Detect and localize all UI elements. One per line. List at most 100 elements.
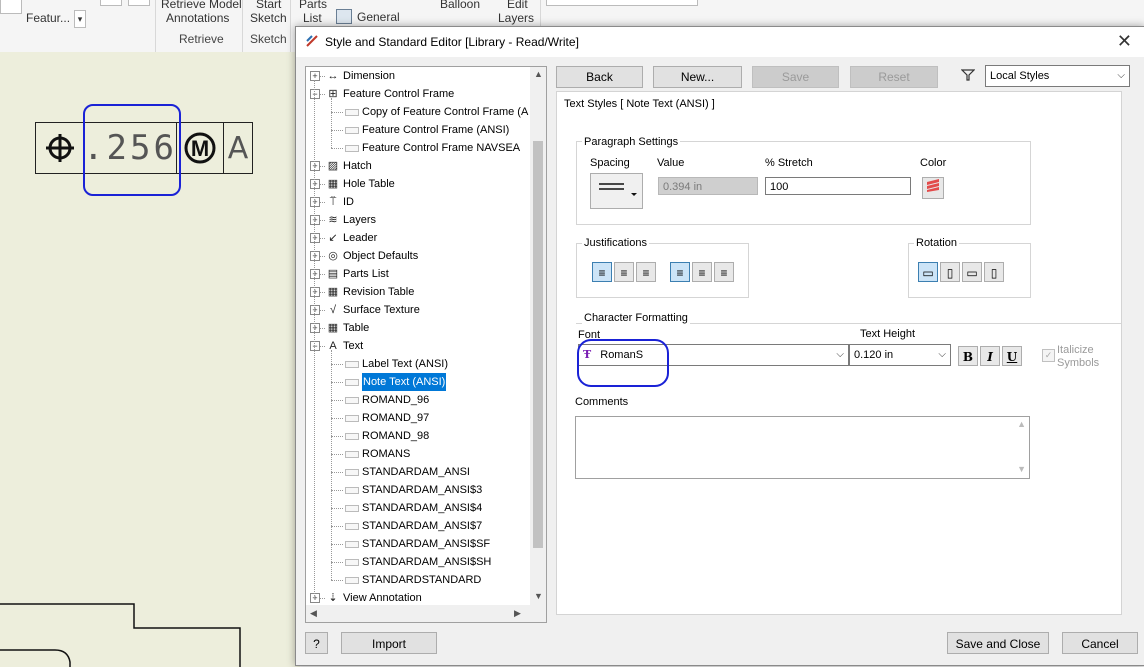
- expand-icon[interactable]: +: [310, 71, 320, 81]
- rotation-270-icon[interactable]: ▯: [984, 262, 1004, 282]
- italic-button[interactable]: I: [980, 346, 1000, 366]
- tree-item[interactable]: Feature Control Frame NAVSEA: [306, 139, 526, 157]
- tree-category[interactable]: + ↙ Leader: [306, 229, 526, 247]
- tree-item[interactable]: ROMANS: [306, 445, 526, 463]
- ribbon-small-button[interactable]: [100, 0, 122, 6]
- align-middle-icon[interactable]: ≡: [692, 262, 712, 282]
- ribbon-edit[interactable]: Edit: [507, 0, 528, 11]
- reset-button[interactable]: Reset: [850, 66, 938, 88]
- ribbon-sketch[interactable]: Sketch: [250, 11, 287, 25]
- align-bottom-icon[interactable]: ≡: [714, 262, 734, 282]
- scroll-up-icon[interactable]: ▲: [534, 69, 543, 79]
- filter-icon[interactable]: [960, 68, 976, 85]
- tree-category[interactable]: + ↔ Dimension: [306, 67, 526, 85]
- italicize-symbols-checkbox[interactable]: ✓: [1042, 349, 1055, 362]
- tree-category[interactable]: + ▦ Table: [306, 319, 526, 337]
- tree-item[interactable]: Feature Control Frame (ANSI): [306, 121, 526, 139]
- underline-button[interactable]: U: [1002, 346, 1022, 366]
- scroll-left-icon[interactable]: ◀: [310, 608, 317, 619]
- stretch-field[interactable]: 100: [765, 177, 911, 195]
- tree-category[interactable]: + ▦ Hole Table: [306, 175, 526, 193]
- tree-item[interactable]: ROMAND_96: [306, 391, 526, 409]
- expand-icon[interactable]: +: [310, 197, 320, 207]
- rotation-180-icon[interactable]: ▭: [962, 262, 982, 282]
- collapse-icon[interactable]: −: [310, 341, 320, 351]
- expand-icon[interactable]: +: [310, 215, 320, 225]
- scroll-up-icon[interactable]: ▲: [1017, 419, 1026, 429]
- scroll-down-icon[interactable]: ▼: [1017, 464, 1026, 474]
- collapse-icon[interactable]: −: [310, 89, 320, 99]
- tree-item[interactable]: STANDARDAM_ANSI$7: [306, 517, 526, 535]
- rotation-0-icon[interactable]: ▭: [918, 262, 938, 282]
- style-tree[interactable]: + ↔ Dimension − ⊞ Feature Control Frame Copy o…: [305, 66, 547, 623]
- tree-item[interactable]: STANDARDAM_ANSI$4: [306, 499, 526, 517]
- tree-item[interactable]: STANDARDAM_ANSI$SF: [306, 535, 526, 553]
- tree-vertical-scrollbar[interactable]: ▲ ▼: [530, 67, 546, 605]
- drawing-canvas[interactable]: .256 M A: [0, 52, 300, 667]
- save-and-close-button[interactable]: Save and Close: [947, 632, 1049, 654]
- justify-left-icon[interactable]: ≡: [592, 262, 612, 282]
- tree-category[interactable]: − A Text: [306, 337, 526, 355]
- spacing-dropdown[interactable]: [590, 173, 643, 209]
- tree-category[interactable]: + √ Surface Texture: [306, 301, 526, 319]
- tree-item[interactable]: Label Text (ANSI): [306, 355, 526, 373]
- expand-icon[interactable]: +: [310, 323, 320, 333]
- expand-icon[interactable]: +: [310, 161, 320, 171]
- back-button[interactable]: Back: [556, 66, 643, 88]
- expand-icon[interactable]: +: [310, 251, 320, 261]
- tree-horizontal-scrollbar[interactable]: ◀ ▶: [306, 605, 546, 622]
- tree-item[interactable]: ROMAND_98: [306, 427, 526, 445]
- expand-icon[interactable]: +: [310, 269, 320, 279]
- scroll-down-icon[interactable]: ▼: [534, 591, 543, 601]
- expand-icon[interactable]: +: [310, 287, 320, 297]
- justify-right-icon[interactable]: ≡: [636, 262, 656, 282]
- tree-item[interactable]: STANDARDAM_ANSI$SH: [306, 553, 526, 571]
- new-button[interactable]: New...: [653, 66, 742, 88]
- text-height-select[interactable]: 0.120 in ⌵: [849, 344, 951, 366]
- comments-textarea[interactable]: ▲ ▼: [575, 416, 1030, 479]
- tree-item[interactable]: STANDARDAM_ANSI$3: [306, 481, 526, 499]
- expand-icon[interactable]: +: [310, 593, 320, 603]
- tree-category[interactable]: + ≋ Layers: [306, 211, 526, 229]
- ribbon-start[interactable]: Start: [256, 0, 281, 11]
- chevron-down-icon[interactable]: ▾: [74, 10, 86, 28]
- scroll-right-icon[interactable]: ▶: [514, 608, 521, 619]
- import-button[interactable]: Import: [341, 632, 437, 654]
- ribbon-balloon[interactable]: Balloon: [440, 0, 480, 11]
- ribbon-annotations[interactable]: Annotations: [166, 11, 229, 25]
- tree-item[interactable]: Note Text (ANSI): [306, 373, 526, 391]
- tree-category[interactable]: + ▤ Parts List: [306, 265, 526, 283]
- ribbon-dropdown[interactable]: [0, 0, 22, 14]
- tree-category[interactable]: + ⍡ ID: [306, 193, 526, 211]
- tree-category[interactable]: + ◎ Object Defaults: [306, 247, 526, 265]
- tree-item[interactable]: ROMAND_97: [306, 409, 526, 427]
- expand-icon[interactable]: +: [310, 305, 320, 315]
- ribbon-general[interactable]: General: [357, 10, 400, 24]
- color-button[interactable]: [922, 177, 944, 199]
- justify-center-icon[interactable]: ≡: [614, 262, 634, 282]
- tree-item[interactable]: Copy of Feature Control Frame (A: [306, 103, 528, 121]
- save-button[interactable]: Save: [752, 66, 839, 88]
- cancel-button[interactable]: Cancel: [1062, 632, 1138, 654]
- rotation-90-icon[interactable]: ▯: [940, 262, 960, 282]
- ribbon-retrieve-model[interactable]: Retrieve Model: [161, 0, 242, 11]
- tree-category[interactable]: − ⊞ Feature Control Frame: [306, 85, 526, 103]
- ribbon-list[interactable]: List: [303, 11, 322, 25]
- help-button[interactable]: ?: [305, 632, 328, 654]
- style-filter-select[interactable]: Local Styles ⌵: [985, 65, 1130, 87]
- scroll-thumb[interactable]: [533, 141, 543, 548]
- expand-icon[interactable]: +: [310, 233, 320, 243]
- tree-item[interactable]: STANDARDAM_ANSI: [306, 463, 526, 481]
- align-top-icon[interactable]: ≡: [670, 262, 690, 282]
- ribbon-small-button[interactable]: [128, 0, 150, 6]
- ribbon-parts[interactable]: Parts: [299, 0, 327, 11]
- tree-item[interactable]: STANDARDSTANDARD: [306, 571, 526, 589]
- ribbon-layers[interactable]: Layers: [498, 11, 534, 25]
- table-icon[interactable]: [336, 9, 352, 24]
- ribbon-featur-label[interactable]: Featur...: [26, 11, 70, 25]
- tree-category[interactable]: + ▦ Revision Table: [306, 283, 526, 301]
- ribbon-combo[interactable]: [546, 0, 698, 6]
- title-bar[interactable]: Style and Standard Editor [Library - Rea…: [296, 27, 1144, 57]
- spacing-value-field[interactable]: 0.394 in: [658, 177, 758, 195]
- tree-category[interactable]: + ▨ Hatch: [306, 157, 526, 175]
